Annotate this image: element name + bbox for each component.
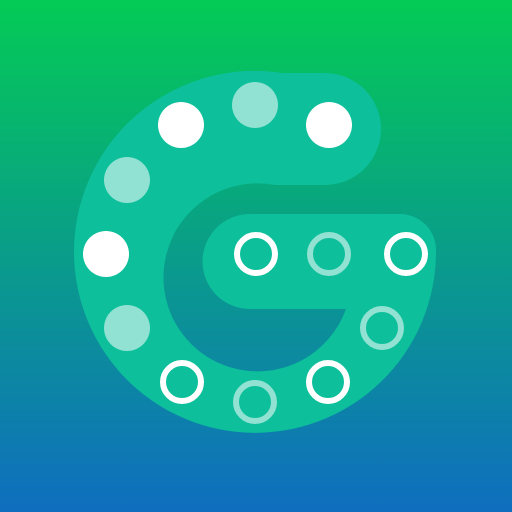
- g-logo-icon: [0, 0, 512, 512]
- filled-dot-icon: [232, 82, 278, 128]
- filled-dot-icon: [306, 102, 352, 148]
- filled-dot-icon: [104, 305, 150, 351]
- filled-dot-icon: [104, 157, 150, 203]
- filled-dot-icon: [158, 102, 204, 148]
- filled-dot-icon: [83, 231, 129, 277]
- app-icon: [0, 0, 512, 512]
